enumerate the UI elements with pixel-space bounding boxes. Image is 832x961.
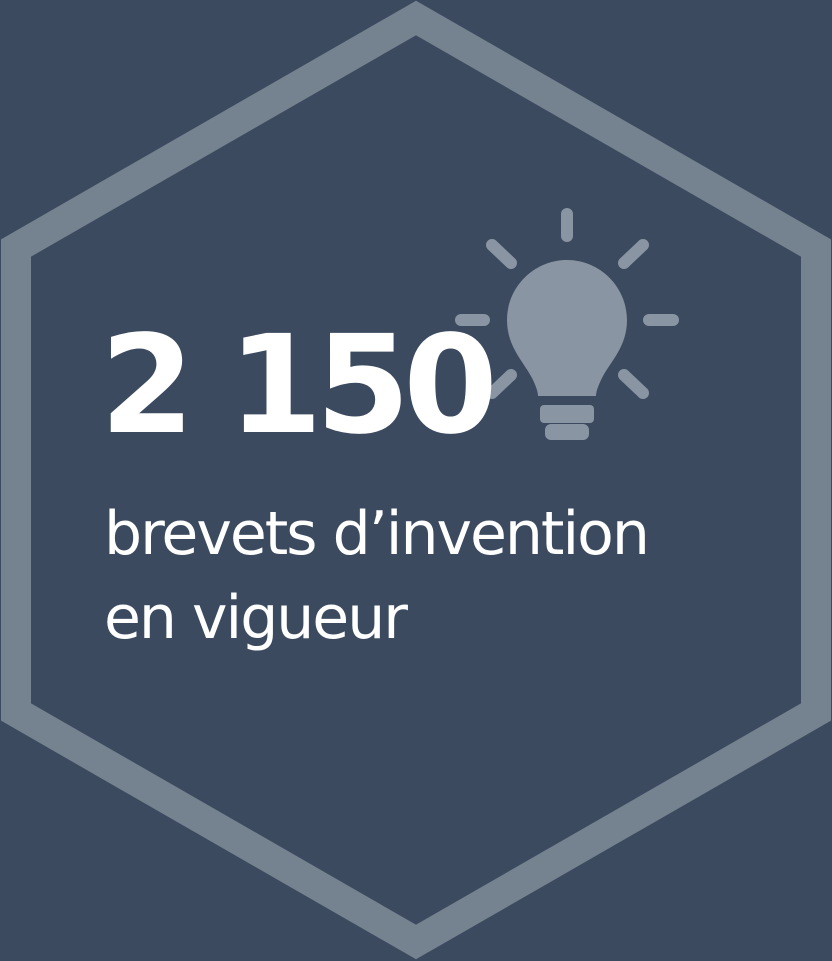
stat-label-line1: brevets d’invention (104, 499, 650, 569)
infographic-card: 2 150 brevets d’invention en vigueur (0, 0, 832, 961)
stat-value: 2 150 (100, 307, 498, 465)
hexagon-frame (0, 0, 831, 960)
stat-label: brevets d’invention en vigueur (104, 492, 650, 660)
stat-label-line2: en vigueur (104, 583, 408, 653)
